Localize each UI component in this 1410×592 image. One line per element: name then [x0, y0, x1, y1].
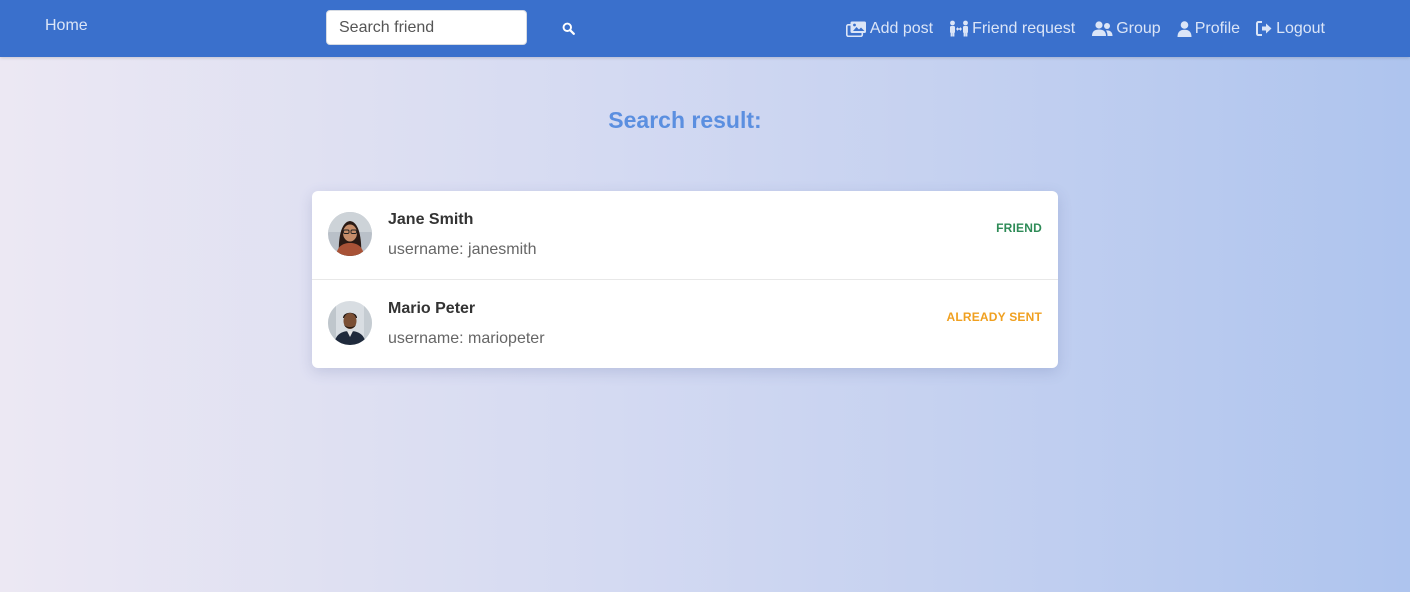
- person-photo-avatar: [328, 301, 372, 345]
- search-icon: [562, 22, 575, 35]
- nav-logout[interactable]: Logout: [1256, 20, 1325, 38]
- result-username: username: mariopeter: [388, 330, 545, 347]
- nav-group[interactable]: Group: [1091, 19, 1161, 38]
- group-label: Group: [1116, 19, 1161, 37]
- images-icon: [845, 21, 866, 37]
- result-name: Mario Peter: [388, 300, 476, 317]
- person-photo-avatar: [328, 212, 372, 256]
- add-post-label: Add post: [869, 19, 934, 37]
- avatar-mario: [328, 301, 372, 345]
- nav-profile[interactable]: Profile: [1177, 20, 1240, 38]
- logout-label: Logout: [1276, 19, 1325, 37]
- user-group-icon: [1092, 20, 1113, 36]
- search-result-title: Search result:: [608, 107, 762, 133]
- friend-request-label: Friend request: [972, 19, 1076, 37]
- profile-label: Profile: [1194, 19, 1241, 37]
- result-row-mario[interactable]: Mario Peter username: mariopeter ALREADY…: [312, 280, 1058, 368]
- search-results-card: Jane Smith username: janesmith FRIEND Ma…: [312, 191, 1058, 368]
- search-friend-input[interactable]: [326, 10, 527, 45]
- nav-home-link[interactable]: Home: [45, 17, 88, 35]
- sign-out-icon: [1256, 21, 1272, 36]
- people-arrows-icon: [950, 20, 969, 37]
- nav-links: Add post Friend request Group Profile Lo…: [845, 0, 1325, 57]
- nav-add-post[interactable]: Add post: [845, 19, 934, 38]
- result-row-jane[interactable]: Jane Smith username: janesmith FRIEND: [312, 191, 1058, 280]
- avatar-jane: [328, 212, 372, 256]
- already-sent-status-badge: ALREADY SENT: [946, 310, 1042, 324]
- user-icon: [1177, 20, 1192, 37]
- result-username: username: janesmith: [388, 241, 537, 258]
- search-button[interactable]: [555, 16, 581, 40]
- top-navbar: Home Add post: [0, 0, 1410, 57]
- friend-status-badge: FRIEND: [996, 221, 1042, 235]
- result-name: Jane Smith: [388, 211, 474, 228]
- nav-friend-request[interactable]: Friend request: [949, 20, 1075, 38]
